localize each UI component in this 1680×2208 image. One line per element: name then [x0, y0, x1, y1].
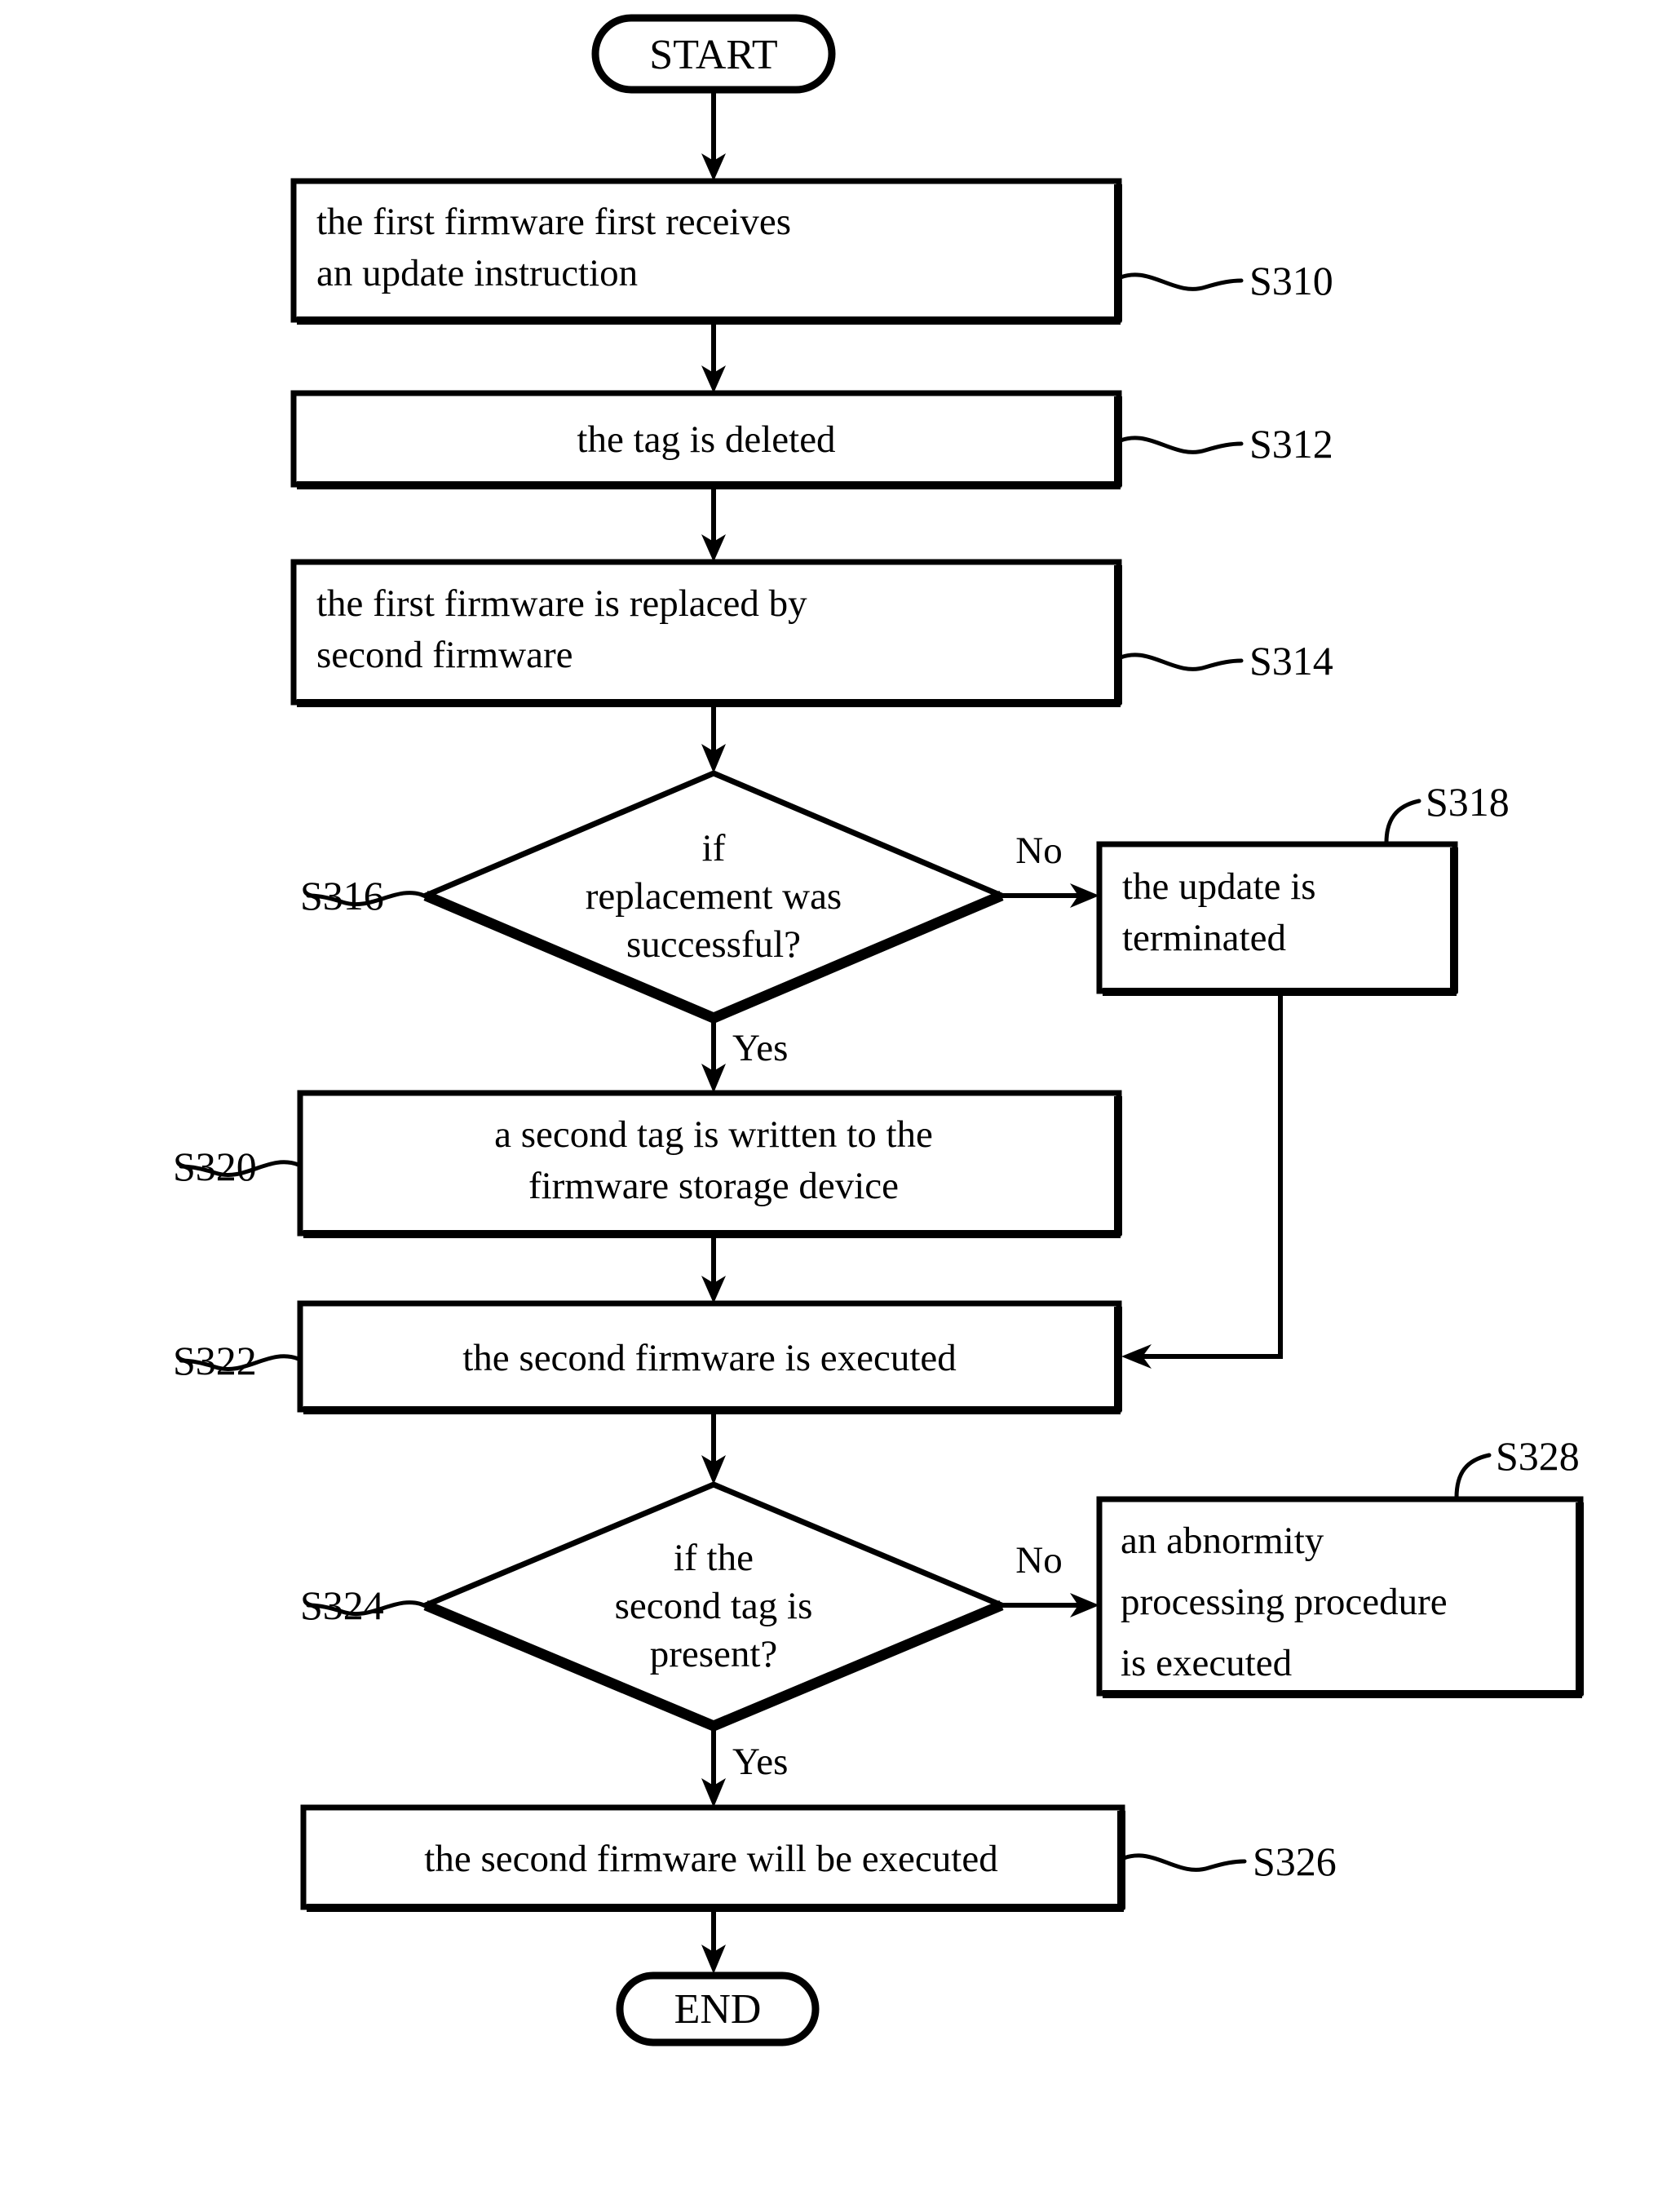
connector-s320-to-s322 [701, 1237, 726, 1303]
s324-line-2: second tag is [615, 1585, 813, 1627]
node-s322: the second firmware is executed [297, 1300, 1122, 1414]
node-s318: the update is terminated [1096, 841, 1458, 996]
leader-s328: S328 [1454, 1433, 1580, 1500]
connector-s316-no: No [1001, 830, 1099, 908]
node-s310: the first firmware first receives an upd… [290, 178, 1122, 325]
leader-s326: S326 [1121, 1839, 1337, 1884]
s312-line-1: the tag is deleted [577, 418, 835, 461]
connector-s314-to-s316 [701, 706, 726, 773]
s314-line-1: the first firmware is replaced by [316, 582, 807, 625]
s324-line-1: if the [674, 1537, 754, 1579]
branch-label-s316-no: No [1015, 830, 1062, 872]
leader-s310: S310 [1118, 258, 1333, 303]
flowchart-canvas: START the first firmware first receives … [173, 14, 1584, 2046]
connector-s312-to-s314 [701, 488, 726, 562]
connector-s326-to-end [701, 1910, 726, 1974]
s322-line-1: the second firmware is executed [462, 1337, 957, 1379]
node-s320: a second tag is written to the firmware … [297, 1090, 1122, 1238]
ref-label-s324: S324 [300, 1582, 384, 1628]
s326-line-1: the second firmware will be executed [424, 1838, 997, 1880]
ref-label-s326: S326 [1253, 1839, 1337, 1884]
branch-label-s316-yes: Yes [732, 1027, 788, 1069]
s310-line-1: the first firmware first receives [316, 201, 791, 243]
leader-s324: S324 [300, 1582, 427, 1628]
ref-label-s312: S312 [1249, 421, 1333, 467]
ref-label-s316: S316 [300, 873, 384, 918]
s316-line-3: successful? [626, 923, 801, 966]
end-label: END [674, 1986, 762, 2033]
leader-s314: S314 [1118, 638, 1333, 684]
s328-line-3: is executed [1121, 1642, 1292, 1684]
flowchart-page: START the first firmware first receives … [0, 0, 1680, 2208]
ref-label-s318: S318 [1426, 779, 1510, 825]
ref-label-s320: S320 [173, 1144, 257, 1189]
branch-label-s324-no: No [1015, 1539, 1062, 1582]
s316-line-2: replacement was [586, 875, 842, 918]
connector-s322-to-s324 [701, 1413, 726, 1485]
ref-label-s322: S322 [173, 1338, 257, 1383]
node-s316: if replacement was successful? [418, 770, 1009, 1024]
connector-s324-no: No [1001, 1539, 1099, 1617]
node-s314: the first firmware is replaced by second… [290, 559, 1122, 707]
s318-line-2: terminated [1122, 917, 1286, 959]
s316-line-1: if [702, 827, 726, 869]
leader-s318: S318 [1384, 779, 1510, 845]
s310-line-2: an update instruction [316, 252, 638, 294]
node-s326: the second firmware will be executed [300, 1804, 1125, 1912]
leader-s322: S322 [173, 1338, 301, 1383]
connector-s318-to-s322 [1121, 993, 1283, 1369]
ref-label-s328: S328 [1496, 1433, 1580, 1479]
s314-line-2: second firmware [316, 634, 573, 676]
node-s312: the tag is deleted [290, 390, 1122, 489]
leader-s320: S320 [173, 1144, 301, 1189]
connector-s316-yes: Yes [701, 1018, 788, 1093]
s328-line-2: processing procedure [1121, 1581, 1448, 1623]
ref-label-s314: S314 [1249, 638, 1333, 684]
ref-label-s310: S310 [1249, 258, 1333, 303]
s324-line-3: present? [650, 1633, 778, 1675]
s320-line-2: firmware storage device [528, 1165, 899, 1207]
connector-s310-to-s312 [701, 323, 726, 393]
terminal-start: START [591, 14, 836, 94]
node-s328: an abnormity processing procedure is exe… [1096, 1496, 1584, 1698]
leader-s316: S316 [300, 873, 427, 918]
s328-line-1: an abnormity [1121, 1520, 1324, 1562]
connector-start-to-s310 [701, 90, 726, 181]
node-s324: if the second tag is present? [418, 1481, 1010, 1732]
s318-line-1: the update is [1122, 865, 1316, 908]
branch-label-s324-yes: Yes [732, 1741, 788, 1783]
terminal-end: END [616, 1971, 820, 2046]
s320-line-1: a second tag is written to the [494, 1113, 933, 1156]
connector-s324-yes: Yes [701, 1726, 788, 1808]
leader-s312: S312 [1118, 421, 1333, 467]
start-label: START [649, 32, 777, 78]
